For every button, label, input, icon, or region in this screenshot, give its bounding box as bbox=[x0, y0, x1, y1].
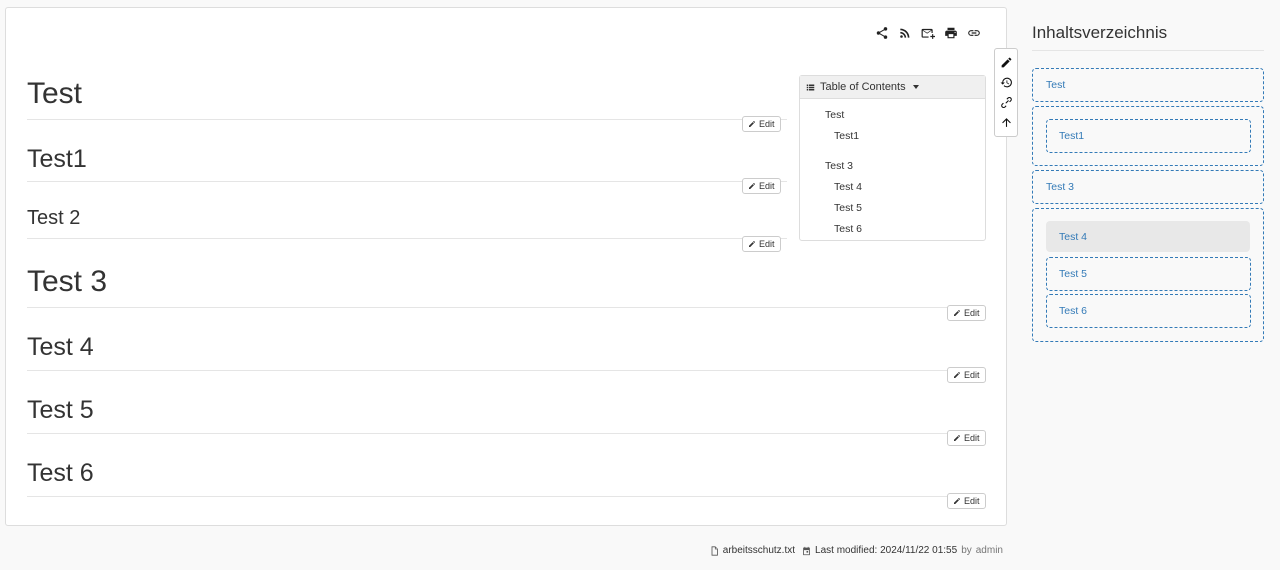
edit-section-button[interactable]: Edit bbox=[742, 178, 781, 194]
toc-item[interactable]: Test 4 bbox=[834, 181, 862, 193]
section-heading: Test 4 bbox=[27, 333, 94, 361]
pencil-icon bbox=[749, 183, 755, 189]
pencil-icon bbox=[954, 435, 960, 441]
toc-item[interactable]: Test bbox=[825, 109, 844, 121]
edit-section-button[interactable]: Edit bbox=[947, 430, 986, 446]
footer-author: admin bbox=[975, 545, 1003, 556]
pencil-icon bbox=[749, 241, 755, 247]
edit-section-button[interactable]: Edit bbox=[947, 367, 986, 383]
sidebar-item-box bbox=[1032, 68, 1264, 102]
link-icon[interactable] bbox=[966, 25, 982, 41]
toc-item[interactable]: Test 6 bbox=[834, 223, 862, 235]
edit-section-button[interactable]: Edit bbox=[947, 493, 986, 509]
sidebar-item-test-4[interactable]: Test 4 bbox=[1059, 231, 1087, 243]
sidebar-item-test-5[interactable]: Test 5 bbox=[1059, 268, 1087, 280]
heading-section: Test bbox=[27, 74, 787, 120]
edit-section-button[interactable]: Edit bbox=[742, 116, 781, 132]
sidebar-item-test-6[interactable]: Test 6 bbox=[1059, 305, 1087, 317]
heading-section: Test1 bbox=[27, 142, 787, 182]
toc-title: Table of Contents bbox=[820, 81, 906, 93]
edit-label: Edit bbox=[964, 496, 980, 506]
sidebar-title: Inhaltsverzeichnis bbox=[1032, 23, 1168, 42]
heading-section: Test 6 bbox=[27, 456, 986, 497]
calendar-icon bbox=[803, 546, 810, 555]
pencil-icon bbox=[954, 498, 960, 504]
heading-section: Test 5 bbox=[27, 393, 986, 434]
heading-section: Test 2 bbox=[27, 204, 787, 239]
pencil-icon bbox=[749, 121, 755, 127]
footer-filename: arbeitsschutz.txt bbox=[722, 545, 796, 556]
table-of-contents: Table of Contents Test Test1 Test 3 Test… bbox=[799, 75, 986, 241]
backlink-icon[interactable] bbox=[998, 95, 1014, 111]
footer-modified: Last modified: 2024/11/22 01:55 bbox=[815, 545, 958, 556]
page-action-toolbar bbox=[994, 48, 1018, 137]
edit-label: Edit bbox=[759, 181, 775, 191]
section-heading: Test 2 bbox=[27, 207, 81, 229]
mail-add-icon[interactable] bbox=[920, 25, 936, 41]
print-icon[interactable] bbox=[943, 25, 959, 41]
heading-section: Test 3 bbox=[27, 262, 986, 308]
edit-section-button[interactable]: Edit bbox=[947, 305, 986, 321]
list-icon bbox=[806, 84, 815, 90]
section-heading: Test 3 bbox=[27, 265, 108, 298]
section-heading: Test 6 bbox=[27, 459, 94, 487]
toc-item[interactable]: Test 5 bbox=[834, 202, 862, 214]
sidebar-divider bbox=[1032, 50, 1264, 51]
edit-label: Edit bbox=[964, 370, 980, 380]
sidebar-item-test[interactable]: Test bbox=[1046, 79, 1065, 91]
pencil-icon[interactable] bbox=[998, 54, 1014, 70]
heading-section: Test 4 bbox=[27, 330, 986, 371]
footer-by: by bbox=[961, 545, 972, 556]
section-heading: Test1 bbox=[27, 145, 87, 173]
rss-icon[interactable] bbox=[897, 25, 913, 41]
toc-item[interactable]: Test1 bbox=[834, 130, 859, 142]
page-content-panel: Test Edit Test1 Edit Test 2 Edit Test 3 … bbox=[5, 7, 1007, 526]
toc-toggle[interactable]: Table of Contents bbox=[800, 76, 985, 99]
arrow-up-icon[interactable] bbox=[998, 115, 1014, 131]
sidebar-item-test-3[interactable]: Test 3 bbox=[1046, 181, 1074, 193]
edit-label: Edit bbox=[964, 308, 980, 318]
section-heading: Test bbox=[27, 77, 83, 110]
share-icon[interactable] bbox=[874, 25, 890, 41]
page-footer: arbeitsschutz.txt Last modified: 2024/11… bbox=[710, 545, 1003, 556]
file-icon bbox=[711, 545, 718, 556]
toc-item[interactable]: Test 3 bbox=[825, 160, 853, 172]
section-heading: Test 5 bbox=[27, 396, 94, 424]
sidebar-item-test1[interactable]: Test1 bbox=[1059, 130, 1084, 142]
caret-down-icon bbox=[912, 85, 919, 89]
edit-label: Edit bbox=[759, 239, 775, 249]
edit-label: Edit bbox=[759, 119, 775, 129]
edit-label: Edit bbox=[964, 433, 980, 443]
pencil-icon bbox=[954, 372, 960, 378]
pencil-icon bbox=[954, 310, 960, 316]
history-icon[interactable] bbox=[998, 74, 1014, 90]
page-tools bbox=[874, 25, 982, 41]
edit-section-button[interactable]: Edit bbox=[742, 236, 781, 252]
